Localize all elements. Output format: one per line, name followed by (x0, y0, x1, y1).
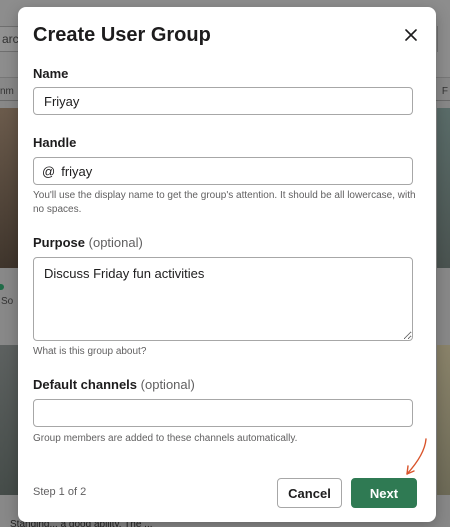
purpose-textarea[interactable]: Discuss Friday fun activities (33, 257, 413, 341)
default-channels-label-text: Default channels (33, 377, 138, 392)
background-left-text: nm (0, 86, 14, 97)
background-photo (0, 345, 18, 495)
background-photo (437, 345, 450, 495)
background-small-text: So (1, 296, 14, 307)
background-photo (0, 108, 18, 268)
purpose-label: Purpose (optional) (33, 235, 143, 250)
default-channels-help-text: Group members are added to these channel… (33, 433, 298, 444)
purpose-label-text: Purpose (33, 235, 86, 250)
handle-at-prefix: @ (42, 163, 56, 179)
background-right-edge (437, 26, 450, 52)
dialog-title: Create User Group (33, 24, 211, 46)
annotation-arrow-icon (406, 438, 427, 475)
default-channels-optional-text: (optional) (140, 377, 195, 392)
handle-input[interactable] (61, 163, 412, 179)
step-indicator: Step 1 of 2 (33, 486, 87, 498)
purpose-help-text: What is this group about? (33, 346, 147, 357)
next-button[interactable]: Next (351, 478, 417, 508)
close-icon (405, 29, 417, 41)
handle-field[interactable]: @ (33, 157, 413, 185)
default-channels-label: Default channels (optional) (33, 377, 195, 392)
name-input[interactable] (33, 87, 413, 115)
background-photo (437, 108, 450, 268)
handle-help-text: You'll use the display name to get the g… (33, 190, 416, 215)
background-right-text: F (441, 86, 448, 97)
default-channels-input[interactable] (33, 399, 413, 427)
purpose-optional-text: (optional) (88, 235, 143, 250)
cancel-button[interactable]: Cancel (277, 478, 342, 508)
name-label: Name (33, 66, 69, 81)
create-user-group-dialog: Create User Group Name Handle @ You'll u… (18, 7, 436, 522)
background-status-dot (0, 284, 4, 290)
handle-label: Handle (33, 135, 77, 150)
close-button[interactable] (400, 24, 422, 46)
